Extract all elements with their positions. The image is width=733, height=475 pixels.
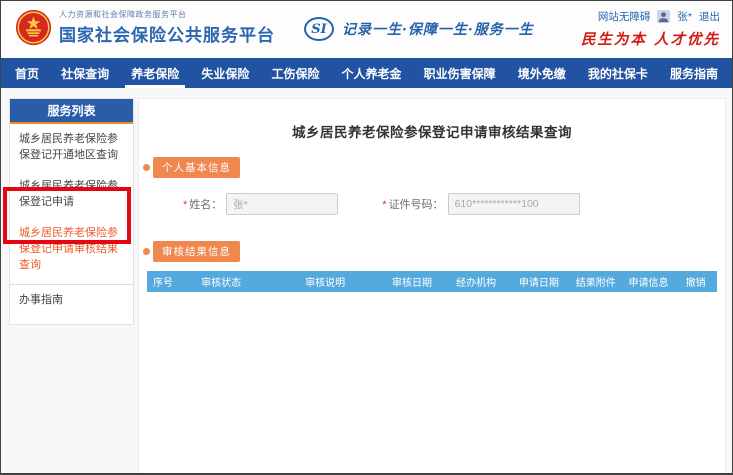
platform-title: 国家社会保险公共服务平台 [59,21,275,46]
sidebar-item[interactable]: 城乡居民养老保险参保登记申请 [10,171,133,218]
sidebar-item[interactable]: 城乡居民养老保险参保登记开通地区查询 [10,124,133,171]
nav-item-养老保险[interactable]: 养老保险 [131,58,179,88]
required-marker: * [382,199,386,211]
nav-item-境外免缴[interactable]: 境外免缴 [518,58,566,88]
table-column-header: 结果附件 [569,274,623,289]
brand: 人力资源和社会保障政务服务平台 国家社会保险公共服务平台 [15,9,275,46]
site-header: 人力资源和社会保障政务服务平台 国家社会保险公共服务平台 SI 记录一生·保障一… [1,1,732,58]
sidebar: 服务列表 城乡居民养老保险参保登记开通地区查询城乡居民养老保险参保登记申请城乡居… [9,98,134,325]
screenshot-frame: 人力资源和社会保障政务服务平台 国家社会保险公共服务平台 SI 记录一生·保障一… [0,0,733,475]
si-logo-icon: SI [304,17,334,41]
logout-link[interactable]: 退出 [699,9,720,24]
table-column-header: 审核日期 [381,274,444,289]
accessibility-link[interactable]: 网站无障碍 [598,9,651,24]
bullet-dot-icon [143,164,150,171]
sidebar-title: 服务列表 [10,99,133,124]
nav-item-服务指南[interactable]: 服务指南 [670,58,718,88]
table-header-row: 序号审核状态审核说明审核日期经办机构申请日期结果附件申请信息撤销 [147,271,717,292]
nav-item-社保查询[interactable]: 社保查询 [61,58,109,88]
required-marker: * [183,199,187,211]
sidebar-item[interactable]: 城乡居民养老保险参保登记申请审核结果查询 [10,218,133,285]
slogan-text: 记录一生·保障一生·服务一生 [342,19,534,39]
name-label: *姓名： [183,196,222,212]
table-column-header: 审核说明 [270,274,381,289]
user-avatar-icon [657,10,670,23]
section-badge: 审核结果信息 [153,241,240,262]
username-link[interactable]: 张* [677,9,692,24]
table-column-header: 撤销 [674,274,717,289]
table-column-header: 审核状态 [173,274,270,289]
table-column-header: 序号 [147,274,173,289]
main-panel: 城乡居民养老保险参保登记申请审核结果查询 个人基本信息 *姓名： *证件号码： … [138,98,726,474]
page-title: 城乡居民养老保险参保登记申请审核结果查询 [139,121,725,141]
table-column-header: 申请日期 [509,274,569,289]
platform-subtitle: 人力资源和社会保障政务服务平台 [59,9,275,20]
personal-info-form: *姓名： *证件号码： [183,193,725,215]
nav-item-个人养老金[interactable]: 个人养老金 [342,58,402,88]
brand-text: 人力资源和社会保障政务服务平台 国家社会保险公共服务平台 [59,9,275,46]
user-area: 网站无障碍 张* 退出 民生为本 人才优先 [581,9,720,49]
table-column-header: 经办机构 [443,274,509,289]
name-input[interactable] [226,193,338,215]
bullet-dot-icon [143,248,150,255]
nav-item-首页[interactable]: 首页 [15,58,39,88]
id-number-input[interactable] [448,193,580,215]
national-emblem-icon [15,9,52,46]
id-number-label: *证件号码： [382,196,443,212]
nav-item-失业保险[interactable]: 失业保险 [201,58,249,88]
nav-item-工伤保险[interactable]: 工伤保险 [271,58,319,88]
si-brand: SI 记录一生·保障一生·服务一生 [304,17,534,41]
section-personal-info: 个人基本信息 [143,157,725,178]
sidebar-list: 城乡居民养老保险参保登记开通地区查询城乡居民养老保险参保登记申请城乡居民养老保险… [10,124,133,316]
section-review-result: 审核结果信息 [143,241,725,262]
table-column-header: 申请信息 [623,274,674,289]
section-badge: 个人基本信息 [153,157,240,178]
review-result-table: 序号审核状态审核说明审核日期经办机构申请日期结果附件申请信息撤销 [147,271,717,292]
nav-item-职业伤害保障[interactable]: 职业伤害保障 [424,58,496,88]
sidebar-item[interactable]: 办事指南 [10,285,133,316]
main-nav: 首页社保查询养老保险失业保险工伤保险个人养老金职业伤害保障境外免缴我的社保卡服务… [1,58,732,88]
page-body: 服务列表 城乡居民养老保险参保登记开通地区查询城乡居民养老保险参保登记申请城乡居… [1,88,732,474]
nav-item-我的社保卡[interactable]: 我的社保卡 [588,58,648,88]
calligraphy-motto: 民生为本 人才优先 [581,28,720,49]
